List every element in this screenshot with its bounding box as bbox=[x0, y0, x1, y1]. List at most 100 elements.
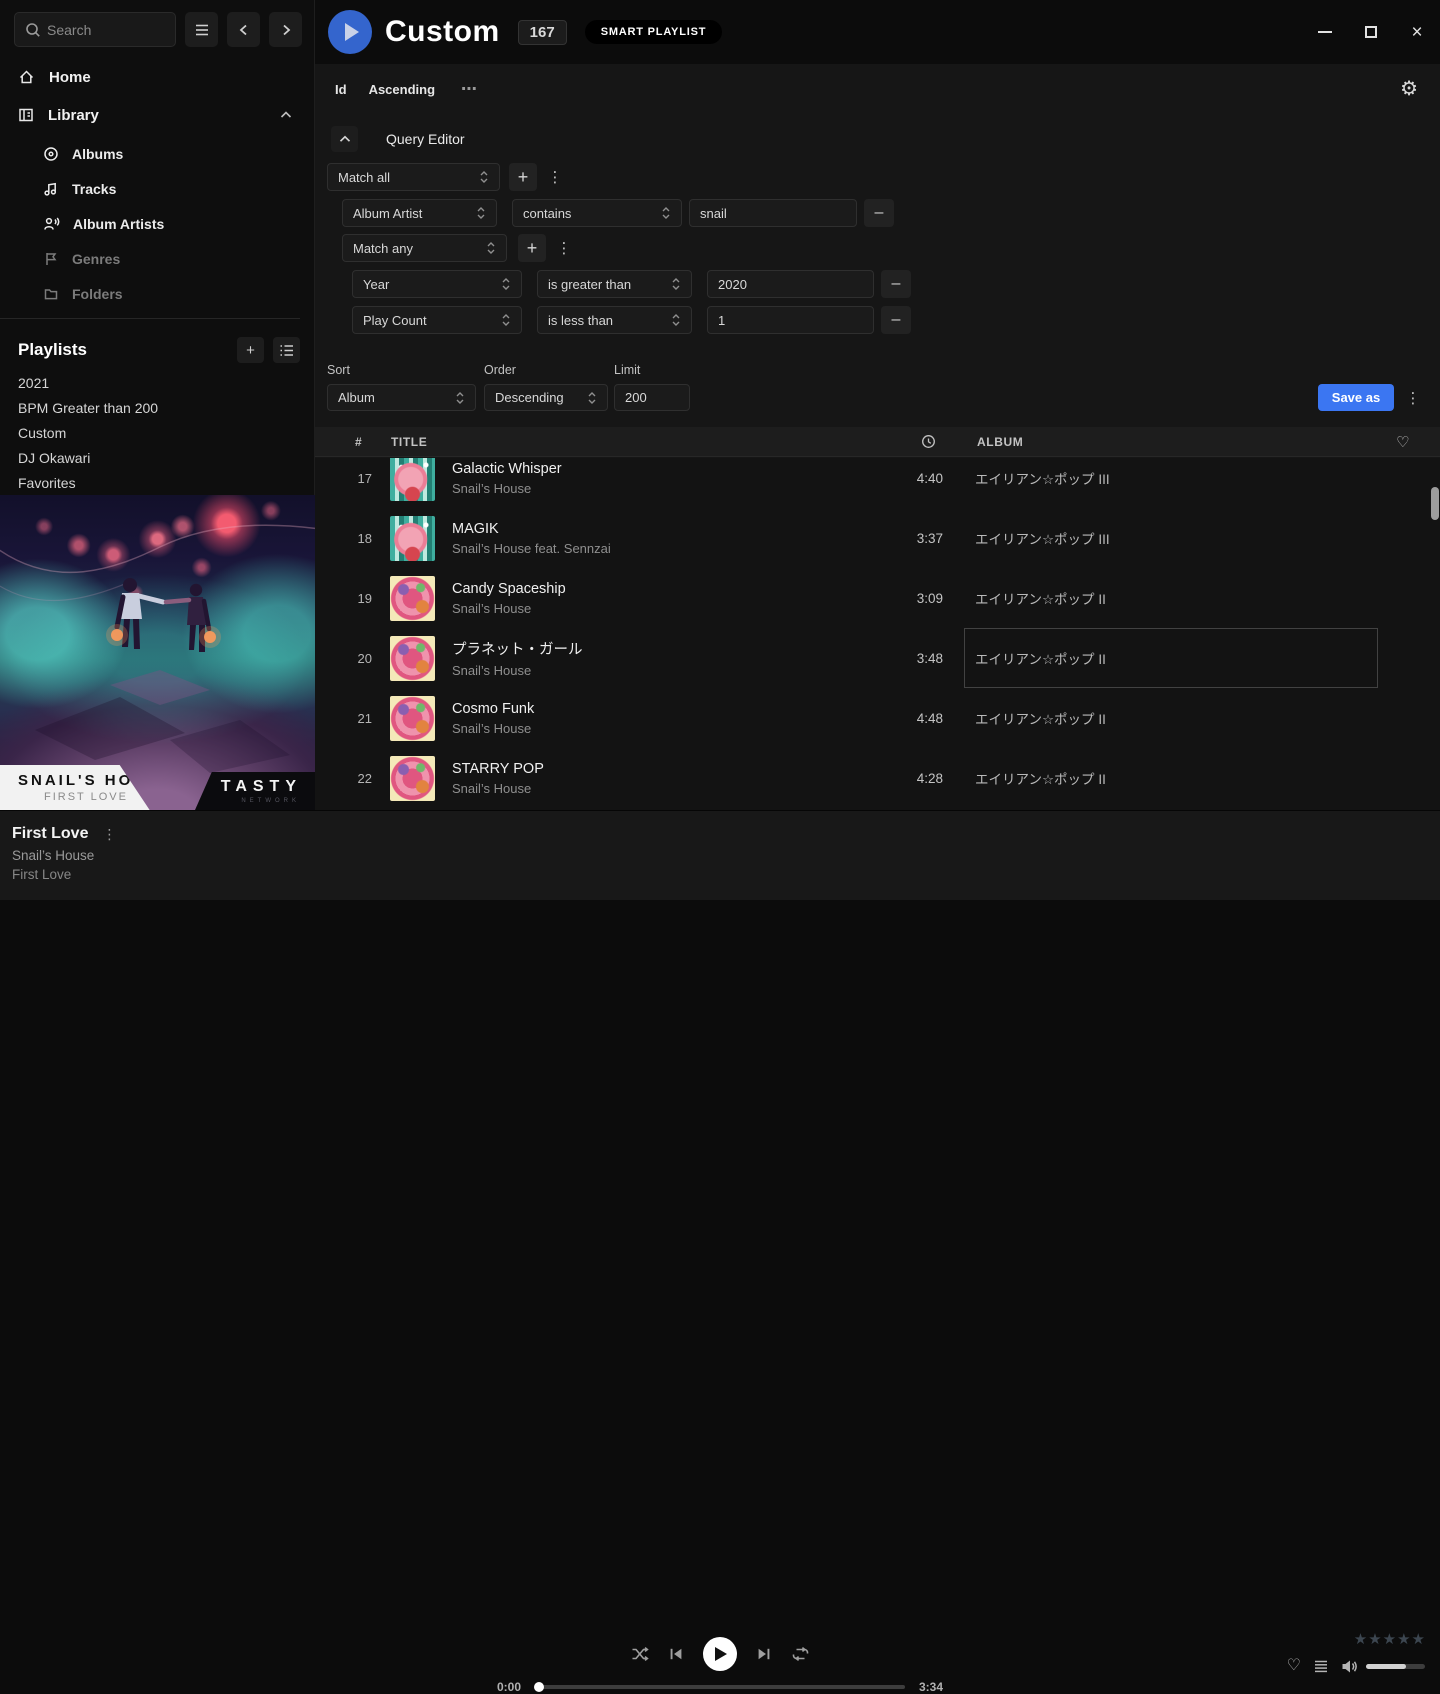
album-cover-thumbnail[interactable] bbox=[390, 636, 435, 681]
star-icon[interactable]: ★ bbox=[1354, 1632, 1367, 1647]
save-as-button[interactable]: Save as bbox=[1318, 384, 1394, 411]
order-select[interactable]: Descending bbox=[484, 384, 608, 411]
chevron-up-icon[interactable] bbox=[280, 111, 292, 119]
rule-operator-select[interactable]: is less than bbox=[537, 306, 692, 334]
menu-button[interactable] bbox=[185, 12, 218, 47]
play-playlist-button[interactable] bbox=[328, 10, 372, 54]
now-playing-artist[interactable]: Snail’s House bbox=[12, 848, 116, 863]
limit-input[interactable] bbox=[625, 390, 679, 405]
column-header-index[interactable]: # bbox=[355, 435, 362, 449]
rule-field-select[interactable]: Album Artist bbox=[342, 199, 497, 227]
track-title[interactable]: Candy Spaceship bbox=[452, 581, 853, 597]
table-row[interactable]: 22 STARRY POP Snail’s House 4:28 エイリアン☆ポ… bbox=[315, 748, 1440, 808]
close-button[interactable]: × bbox=[1394, 0, 1440, 64]
now-playing-album[interactable]: First Love bbox=[12, 867, 116, 882]
remove-rule-button[interactable]: – bbox=[881, 270, 911, 298]
add-rule-button[interactable]: + bbox=[509, 163, 537, 191]
column-header-duration[interactable] bbox=[921, 434, 936, 449]
playlist-item[interactable]: BPM Greater than 200 bbox=[18, 395, 304, 420]
table-row[interactable]: 21 Cosmo Funk Snail’s House 4:48 エイリアン☆ポ… bbox=[315, 688, 1440, 748]
column-header-favorite[interactable]: ♡ bbox=[1396, 433, 1410, 451]
remove-rule-button[interactable]: – bbox=[864, 199, 894, 227]
track-title[interactable]: Galactic Whisper bbox=[452, 461, 853, 477]
match-type-select[interactable]: Match all bbox=[327, 163, 500, 191]
sidebar-item-album-artists[interactable]: Album Artists bbox=[0, 206, 314, 241]
playlist-item[interactable]: DJ Okawari bbox=[18, 445, 304, 470]
rule-field-select[interactable]: Play Count bbox=[352, 306, 522, 334]
repeat-icon[interactable] bbox=[791, 1646, 810, 1662]
rule-group-menu-button[interactable]: ⋮ bbox=[548, 163, 562, 191]
track-album[interactable]: エイリアン☆ポップ II bbox=[975, 588, 1440, 608]
add-rule-button[interactable]: + bbox=[518, 234, 546, 262]
track-artist[interactable]: Snail’s House bbox=[452, 721, 853, 736]
sidebar-item-albums[interactable]: Albums bbox=[0, 136, 314, 171]
album-cover-thumbnail[interactable] bbox=[390, 516, 435, 561]
album-cover-thumbnail[interactable] bbox=[390, 696, 435, 741]
album-cover-thumbnail[interactable] bbox=[390, 458, 435, 501]
sidebar-item-folders[interactable]: Folders bbox=[0, 276, 314, 311]
sort-direction-button[interactable]: Ascending bbox=[369, 82, 435, 97]
playlist-list-button[interactable] bbox=[273, 337, 300, 363]
volume-slider[interactable] bbox=[1366, 1664, 1425, 1669]
queue-icon[interactable] bbox=[1314, 1660, 1328, 1673]
query-editor-collapse-button[interactable] bbox=[331, 126, 358, 152]
album-cover-thumbnail[interactable] bbox=[390, 576, 435, 621]
album-cover-thumbnail[interactable] bbox=[390, 756, 435, 801]
table-row[interactable]: 19 Candy Spaceship Snail’s House 3:09 エイ… bbox=[315, 568, 1440, 628]
sidebar-item-library[interactable]: Library bbox=[0, 96, 314, 134]
nav-forward-button[interactable] bbox=[269, 12, 302, 47]
track-album[interactable]: エイリアン☆ポップ II bbox=[975, 768, 1440, 788]
sidebar-item-tracks[interactable]: Tracks bbox=[0, 171, 314, 206]
rule-field-select[interactable]: Year bbox=[352, 270, 522, 298]
sort-select[interactable]: Album bbox=[327, 384, 476, 411]
search-input-wrapper[interactable] bbox=[14, 12, 176, 47]
track-title[interactable]: STARRY POP bbox=[452, 761, 853, 777]
now-playing-menu-button[interactable]: ⋮ bbox=[102, 826, 116, 843]
track-title[interactable]: Cosmo Funk bbox=[452, 701, 853, 717]
play-button[interactable] bbox=[703, 1637, 737, 1671]
rule-value-input[interactable] bbox=[718, 313, 863, 328]
now-playing-title[interactable]: First Love bbox=[12, 825, 88, 843]
minimize-button[interactable] bbox=[1302, 0, 1348, 64]
playlist-item[interactable]: Custom bbox=[18, 420, 304, 445]
rule-operator-select[interactable]: is greater than bbox=[537, 270, 692, 298]
now-playing-album-art[interactable]: SNAIL'S HOUSE FIRST LOVE TASTY NETWORK bbox=[0, 495, 315, 810]
gear-icon[interactable]: ⚙ bbox=[1400, 79, 1418, 99]
previous-track-icon[interactable] bbox=[668, 1646, 684, 1662]
track-title[interactable]: MAGIK bbox=[452, 521, 853, 537]
seek-bar[interactable] bbox=[535, 1685, 905, 1689]
column-header-title[interactable]: TITLE bbox=[391, 435, 427, 449]
table-row[interactable]: 20 プラネット・ガール Snail’s House 3:48 エイリアン☆ポッ… bbox=[315, 628, 1440, 688]
shuffle-icon[interactable] bbox=[631, 1646, 649, 1662]
rule-group-menu-button[interactable]: ⋮ bbox=[557, 234, 571, 262]
save-menu-button[interactable]: ⋮ bbox=[1406, 384, 1420, 411]
table-row[interactable]: 18 MAGIK Snail’s House feat. Sennzai 3:3… bbox=[315, 508, 1440, 568]
seek-knob[interactable] bbox=[534, 1682, 544, 1692]
sidebar-item-home[interactable]: Home bbox=[0, 58, 314, 96]
more-options-button[interactable]: ⋯ bbox=[461, 79, 478, 99]
track-artist[interactable]: Snail’s House bbox=[452, 481, 853, 496]
track-title[interactable]: プラネット・ガール bbox=[452, 638, 853, 659]
star-icon[interactable]: ★ bbox=[1397, 1632, 1410, 1647]
favorite-heart-icon[interactable]: ♡ bbox=[1287, 1658, 1301, 1674]
playlist-item[interactable]: 2021 bbox=[18, 370, 304, 395]
rule-operator-select[interactable]: contains bbox=[512, 199, 682, 227]
group-match-type-select[interactable]: Match any bbox=[342, 234, 507, 262]
vertical-scrollbar[interactable] bbox=[1431, 487, 1439, 520]
playlist-item[interactable]: Favorites bbox=[18, 470, 304, 495]
track-album[interactable]: エイリアン☆ポップ III bbox=[975, 528, 1440, 548]
track-album[interactable]: エイリアン☆ポップ II bbox=[975, 648, 1440, 668]
star-icon[interactable]: ★ bbox=[1412, 1632, 1425, 1647]
sidebar-item-genres[interactable]: Genres bbox=[0, 241, 314, 276]
add-playlist-button[interactable]: + bbox=[237, 337, 264, 363]
track-artist[interactable]: Snail’s House bbox=[452, 781, 853, 796]
star-icon[interactable]: ★ bbox=[1368, 1632, 1381, 1647]
table-row[interactable]: 17 Galactic Whisper Snail’s House 4:40 エ… bbox=[315, 458, 1440, 508]
sort-field-button[interactable]: Id bbox=[335, 82, 347, 97]
maximize-button[interactable] bbox=[1348, 0, 1394, 64]
nav-back-button[interactable] bbox=[227, 12, 260, 47]
volume-icon[interactable] bbox=[1341, 1659, 1359, 1674]
track-artist[interactable]: Snail’s House bbox=[452, 601, 853, 616]
search-input[interactable] bbox=[47, 13, 171, 46]
remove-rule-button[interactable]: – bbox=[881, 306, 911, 334]
